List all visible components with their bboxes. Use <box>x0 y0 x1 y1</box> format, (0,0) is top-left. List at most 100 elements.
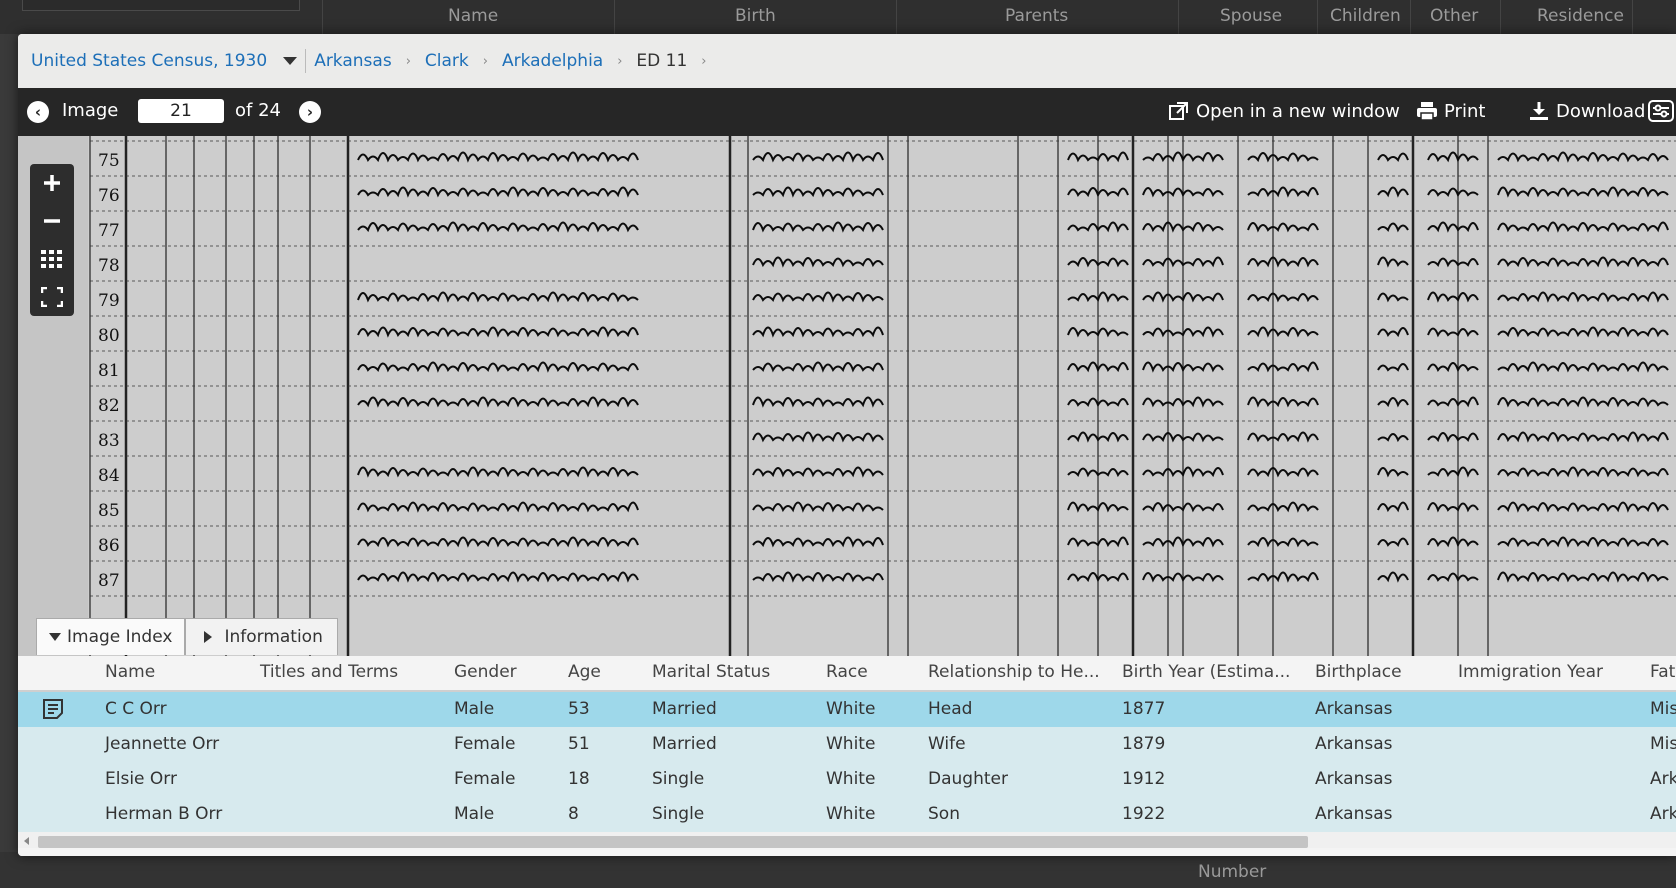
column-divider <box>1317 0 1318 34</box>
settings-button[interactable] <box>1648 100 1674 122</box>
column-header-relationship[interactable]: Relationship to He... <box>928 662 1100 682</box>
breadcrumb-state-link[interactable]: Arkansas <box>314 51 392 71</box>
breadcrumb-county-link[interactable]: Clark <box>425 51 469 71</box>
column-header-titles[interactable]: Titles and Terms <box>260 662 398 682</box>
column-header-name[interactable]: Name <box>105 662 155 682</box>
next-image-icon[interactable]: › <box>299 101 321 123</box>
zoom-in-icon[interactable] <box>30 164 74 202</box>
cell-birth-year: 1877 <box>1122 699 1166 719</box>
chevron-right-icon: › <box>405 53 411 69</box>
column-header-father[interactable]: Fat <box>1650 662 1675 682</box>
column-divider <box>1178 0 1179 34</box>
cell-gender: Female <box>454 734 516 754</box>
cell-relationship: Head <box>928 699 973 719</box>
cell-birth-year: 1879 <box>1122 734 1166 754</box>
column-divider <box>1632 0 1633 34</box>
census-line-number: 75 <box>98 151 120 171</box>
census-line-number: 84 <box>98 466 120 486</box>
image-toolbar: ‹ Image of 24 › Open in a new window Pri… <box>18 88 1676 136</box>
breadcrumb-collection-link[interactable]: United States Census, 1930 <box>31 51 267 71</box>
cell-relationship: Wife <box>928 734 966 754</box>
table-row[interactable]: Herman B Orr Male 8 Single White Son 192… <box>18 797 1676 832</box>
cell-father: Ark <box>1650 769 1676 789</box>
chevron-right-icon: › <box>617 53 623 69</box>
chevron-right-icon[interactable]: › <box>701 54 706 69</box>
column-divider <box>1500 0 1501 34</box>
caret-right-icon <box>204 631 213 643</box>
open-window-icon <box>1169 102 1188 120</box>
cell-age: 8 <box>568 804 579 824</box>
zoom-controls <box>30 164 74 316</box>
column-header-race[interactable]: Race <box>826 662 868 682</box>
column-header-age[interactable]: Age <box>568 662 601 682</box>
previous-image-icon[interactable]: ‹ <box>27 101 49 123</box>
cell-gender: Female <box>454 769 516 789</box>
cell-race: White <box>826 769 876 789</box>
column-header-gender[interactable]: Gender <box>454 662 517 682</box>
column-header-immigration-year[interactable]: Immigration Year <box>1458 662 1603 682</box>
record-details-icon[interactable] <box>42 698 64 725</box>
image-number-input[interactable] <box>138 99 224 123</box>
cell-birth-year: 1922 <box>1122 804 1166 824</box>
open-new-window-button[interactable]: Open in a new window <box>1168 100 1400 122</box>
cell-age: 51 <box>568 734 590 754</box>
census-image-viewport[interactable]: 75 76 77 78 79 80 81 82 83 84 85 86 87 <box>18 136 1676 656</box>
zoom-out-icon[interactable] <box>30 202 74 240</box>
column-header-birth-year[interactable]: Birth Year (Estima... <box>1122 662 1290 682</box>
census-line-number: 86 <box>98 536 120 556</box>
column-divider <box>896 0 897 34</box>
column-header-birthplace[interactable]: Birthplace <box>1315 662 1402 682</box>
cell-name: Jeannette Orr <box>105 734 220 754</box>
table-row[interactable]: Jeannette Orr Female 51 Married White Wi… <box>18 727 1676 762</box>
image-count-label: of 24 <box>235 100 281 121</box>
bg-column-children: Children <box>1330 6 1401 26</box>
tab-image-index[interactable]: Image Index <box>36 618 186 655</box>
chevron-right-icon: › <box>482 53 488 69</box>
cell-gender: Male <box>454 804 495 824</box>
fullscreen-icon[interactable] <box>30 278 74 316</box>
scroll-left-icon[interactable] <box>24 837 29 845</box>
sliders-icon <box>1648 100 1674 122</box>
census-line-number: 76 <box>98 186 120 206</box>
cell-relationship: Daughter <box>928 769 1008 789</box>
bg-column-other: Other <box>1430 6 1479 26</box>
column-divider <box>322 0 323 34</box>
image-label: Image <box>62 100 119 121</box>
census-line-number: 77 <box>98 221 120 241</box>
cell-name: C C Orr <box>105 699 167 719</box>
table-row[interactable]: C C Orr Male 53 Married White Head 1877 … <box>18 692 1676 727</box>
background-results-header: Name Birth Parents Spouse Children Other… <box>0 0 1676 34</box>
grid-view-icon[interactable] <box>30 240 74 278</box>
census-line-number: 82 <box>98 396 120 416</box>
image-index-table: Name Titles and Terms Gender Age Marital… <box>18 656 1676 856</box>
cell-father: Ark <box>1650 804 1676 824</box>
cell-marital-status: Married <box>652 699 717 719</box>
breadcrumb-current: ED 11 <box>636 51 688 71</box>
cell-name: Herman B Orr <box>105 804 223 824</box>
tab-information[interactable]: Information <box>185 618 338 655</box>
collection-dropdown-icon[interactable] <box>283 57 298 65</box>
print-button[interactable]: Print <box>1416 100 1485 122</box>
background-search-box <box>22 0 300 11</box>
bg-column-birth: Birth <box>735 6 776 26</box>
cell-relationship: Son <box>928 804 960 824</box>
cell-race: White <box>826 804 876 824</box>
table-header: Name Titles and Terms Gender Age Marital… <box>18 656 1676 692</box>
scrollbar-thumb[interactable] <box>38 836 1308 848</box>
horizontal-scrollbar[interactable] <box>18 832 1676 848</box>
download-button[interactable]: Download <box>1528 100 1645 122</box>
panel-tabs: Image Index Information <box>36 618 338 656</box>
column-header-marital-status[interactable]: Marital Status <box>652 662 770 682</box>
download-icon <box>1530 102 1548 120</box>
breadcrumb-city-link[interactable]: Arkadelphia <box>502 51 603 71</box>
cell-birth-year: 1912 <box>1122 769 1166 789</box>
bg-column-name: Name <box>448 6 499 26</box>
cell-birthplace: Arkansas <box>1315 769 1393 789</box>
table-row[interactable]: Elsie Orr Female 18 Single White Daughte… <box>18 762 1676 797</box>
background-footer <box>0 852 1676 888</box>
image-viewer-modal: United States Census, 1930 Arkansas › Cl… <box>18 34 1676 856</box>
cell-father: Mis <box>1650 699 1676 719</box>
column-divider <box>1410 0 1411 34</box>
cell-marital-status: Single <box>652 769 705 789</box>
bg-column-parents: Parents <box>1005 6 1069 26</box>
